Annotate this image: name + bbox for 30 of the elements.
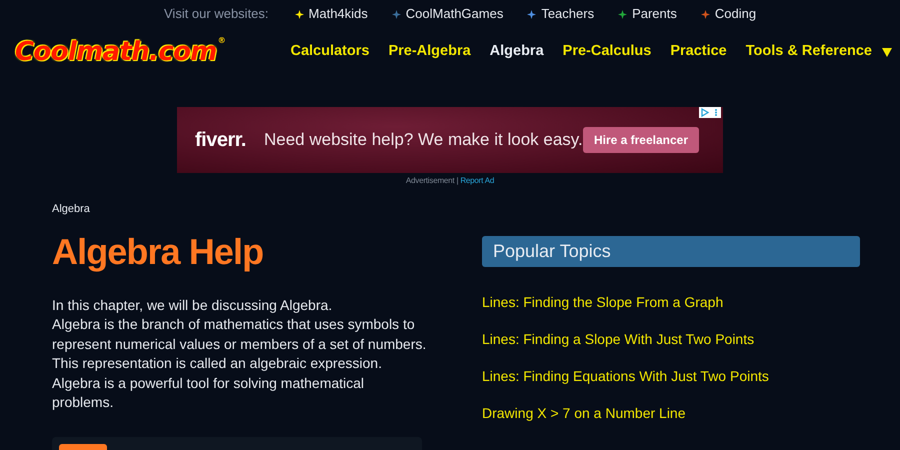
site-link[interactable]: Parents bbox=[618, 4, 677, 24]
site-link[interactable]: Teachers bbox=[527, 4, 594, 24]
site-logo[interactable]: Coolmath.com® bbox=[12, 36, 228, 68]
section-header: Popular Topics bbox=[482, 236, 860, 267]
ad-banner[interactable]: fiverr. Need website help? We make it look easy. Hire a freelancer bbox=[177, 107, 723, 173]
nav-link[interactable]: Pre-Algebra bbox=[388, 41, 471, 63]
intro-paragraph: Algebra is the branch of mathematics that uses symbols to represent numerical values or members of a set of numbers. This representation is called an algebraic expression. Algebra is a powerful tool for solving mathematical problems. bbox=[52, 315, 427, 412]
ad-button[interactable]: Hire a freelancer bbox=[582, 127, 699, 153]
page-title: Algebra Help bbox=[52, 234, 264, 270]
nav-link[interactable]: Practice bbox=[670, 41, 727, 63]
ad-choices-icon[interactable] bbox=[699, 107, 721, 118]
topic-link[interactable]: Lines: Finding the Slope From a Graph bbox=[482, 293, 724, 312]
site-link[interactable]: Math4kids bbox=[294, 4, 368, 24]
site-link[interactable]: CoolMathGames bbox=[392, 4, 504, 24]
separator-text: | bbox=[456, 175, 458, 187]
intro-paragraph: In this chapter, we will be discussing Algebra. bbox=[52, 296, 334, 315]
report-ad-link[interactable]: Report Ad bbox=[460, 175, 494, 187]
nav-link[interactable]: Calculators bbox=[290, 41, 370, 63]
ad-brand: fiverr. bbox=[195, 128, 246, 153]
topic-link[interactable]: Lines: Finding Equations With Just Two Points bbox=[482, 367, 769, 386]
ad-label: Advertisement bbox=[406, 175, 454, 187]
nav-link[interactable]: Algebra bbox=[490, 41, 544, 63]
breadcrumb-link[interactable]: Algebra bbox=[52, 201, 90, 218]
nav-link[interactable]: Tools & Reference bbox=[746, 41, 892, 63]
topic-link[interactable]: Drawing X > 7 on a Number Line bbox=[482, 404, 686, 423]
ad-headline: Need website help? We make it look easy. bbox=[264, 129, 583, 152]
topic-link[interactable]: Lines: Finding a Slope With Just Two Points bbox=[482, 330, 754, 349]
nav-link[interactable]: Pre-Calculus bbox=[562, 41, 652, 63]
site-link[interactable]: Coding bbox=[700, 4, 756, 24]
websites-label: Visit our websites: bbox=[164, 5, 269, 24]
